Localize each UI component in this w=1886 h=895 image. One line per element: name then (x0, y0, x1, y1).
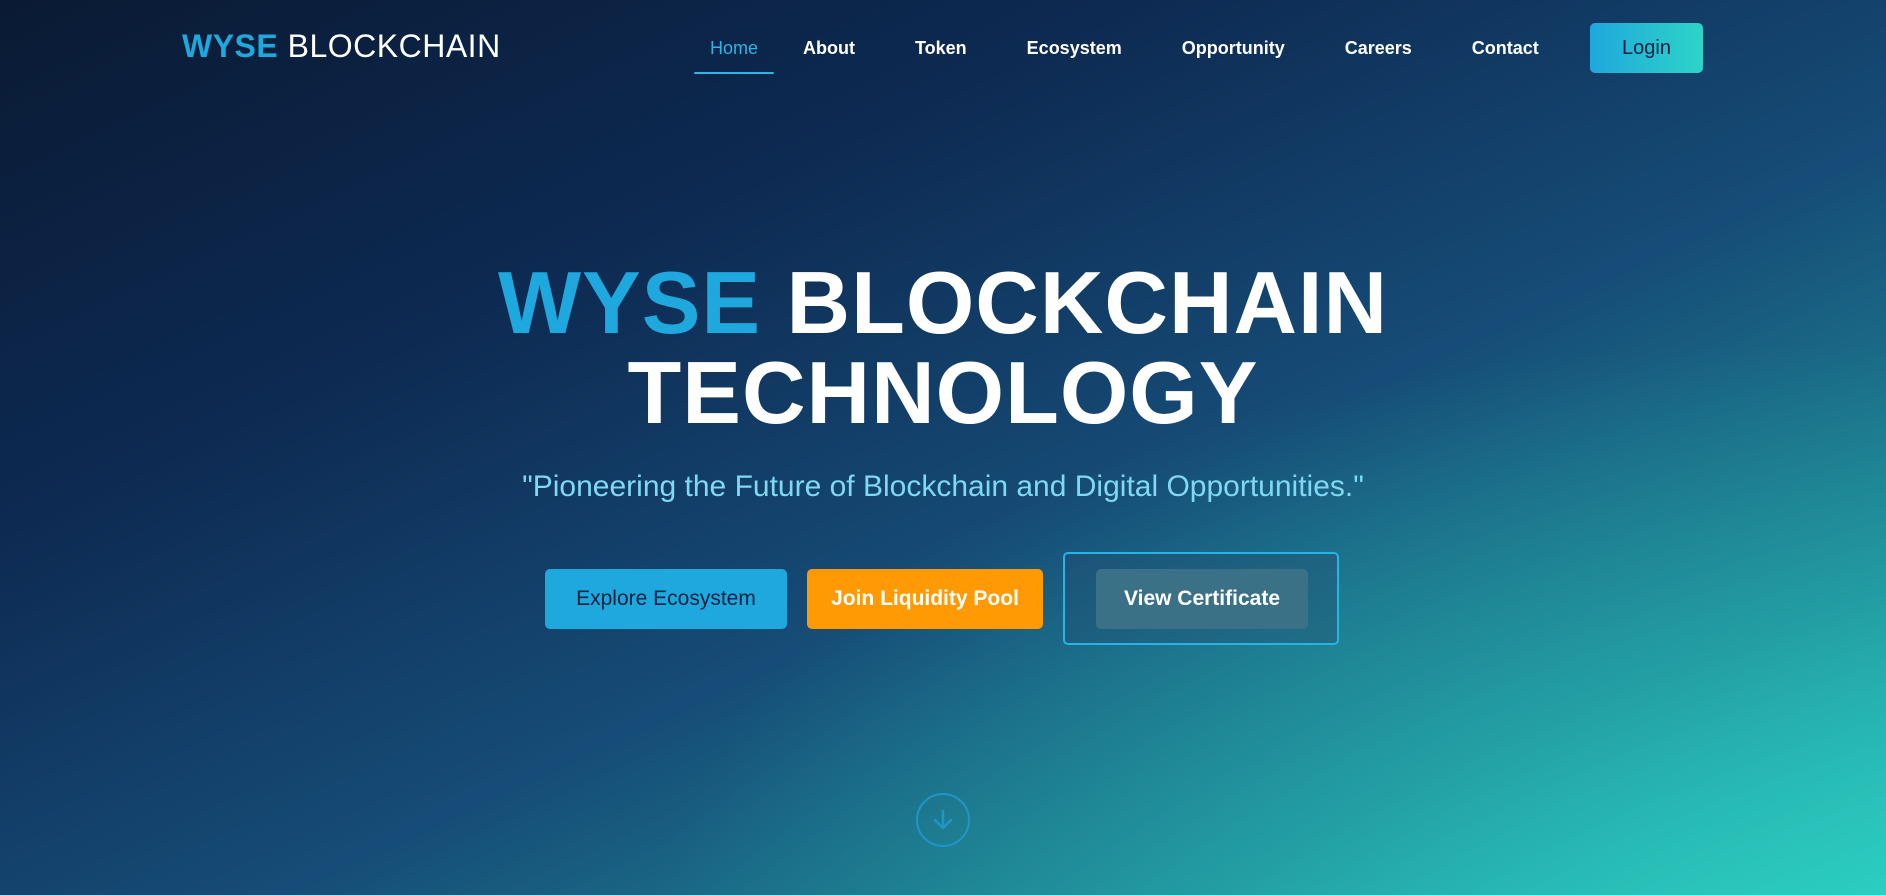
nav-links: Home About Token Ecosystem Opportunity C… (694, 22, 1539, 74)
top-navigation: WYSE BLOCKCHAIN Home About Token Ecosyst… (0, 0, 1886, 96)
hero-title-line1: BLOCKCHAIN (786, 253, 1389, 352)
scroll-down-button[interactable] (916, 793, 970, 847)
join-liquidity-pool-button[interactable]: Join Liquidity Pool (807, 569, 1043, 629)
background-glow (0, 0, 1886, 895)
hero-title: WYSE BLOCKCHAIN TECHNOLOGY (0, 258, 1886, 438)
nav-item-contact[interactable]: Contact (1472, 22, 1539, 74)
nav-item-careers[interactable]: Careers (1345, 22, 1412, 74)
brand-logo-text: BLOCKCHAIN (287, 28, 501, 64)
nav-item-ecosystem[interactable]: Ecosystem (1027, 22, 1122, 74)
brand-logo-accent: WYSE (182, 28, 279, 64)
nav-item-home[interactable]: Home (694, 22, 775, 74)
login-button[interactable]: Login (1590, 23, 1703, 73)
certificate-button-frame: View Certificate (1063, 552, 1339, 645)
view-certificate-button[interactable]: View Certificate (1096, 569, 1308, 629)
nav-item-token[interactable]: Token (915, 22, 967, 74)
hero-tagline: "Pioneering the Future of Blockchain and… (522, 470, 1364, 503)
hero-title-accent: WYSE (497, 253, 762, 352)
explore-ecosystem-button[interactable]: Explore Ecosystem (545, 569, 787, 629)
brand-logo[interactable]: WYSE BLOCKCHAIN (182, 28, 501, 65)
nav-item-about[interactable]: About (803, 22, 855, 74)
hero-title-line2: TECHNOLOGY (627, 343, 1259, 442)
arrow-down-circle-icon (933, 809, 953, 830)
nav-item-opportunity[interactable]: Opportunity (1182, 22, 1285, 74)
